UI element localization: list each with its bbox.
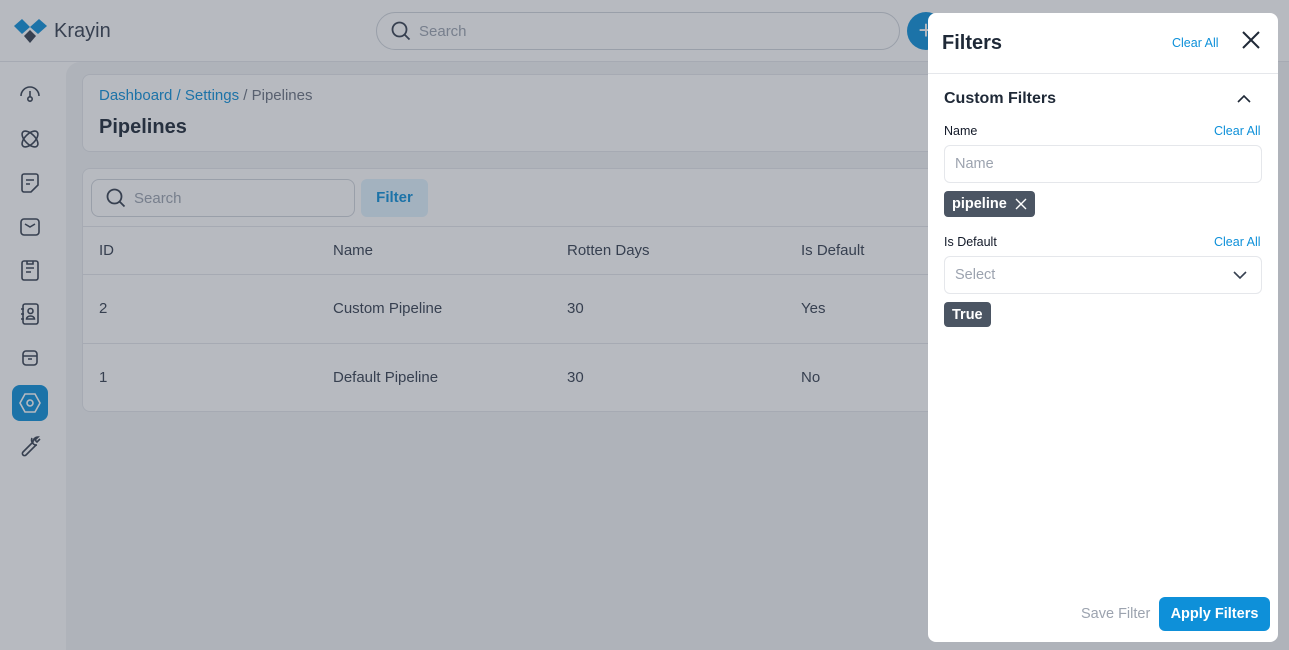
filters-title: Filters	[942, 32, 1003, 54]
chevron-down-icon	[1233, 271, 1247, 280]
chevron-up-icon[interactable]	[1236, 92, 1252, 106]
name-filter-label: Name	[944, 124, 978, 138]
custom-filters-heading: Custom Filters	[944, 90, 1057, 107]
apply-filters-button[interactable]: Apply Filters	[1159, 597, 1270, 631]
is-default-clear-all-link[interactable]: Clear All	[1214, 235, 1261, 249]
is-default-filter-chip: True	[944, 302, 991, 327]
name-filter-chip: pipeline	[944, 191, 1035, 217]
name-clear-all-link[interactable]: Clear All	[1214, 124, 1261, 138]
is-default-filter-label: Is Default	[944, 235, 997, 249]
filters-drawer: Filters Clear All Custom Filters Name Cl…	[928, 13, 1278, 642]
filters-header: Filters Clear All	[928, 13, 1278, 74]
name-filter-input[interactable]: Name	[944, 145, 1262, 183]
close-icon[interactable]	[1240, 29, 1262, 51]
chip-label: pipeline	[952, 196, 1007, 212]
select-placeholder: Select	[955, 267, 996, 283]
remove-chip-icon[interactable]	[1015, 198, 1027, 210]
clear-all-filters-link[interactable]: Clear All	[1172, 36, 1219, 50]
is-default-select[interactable]: Select	[944, 256, 1262, 294]
save-filter-button[interactable]: Save Filter	[1081, 606, 1150, 622]
chip-label: True	[952, 306, 983, 323]
